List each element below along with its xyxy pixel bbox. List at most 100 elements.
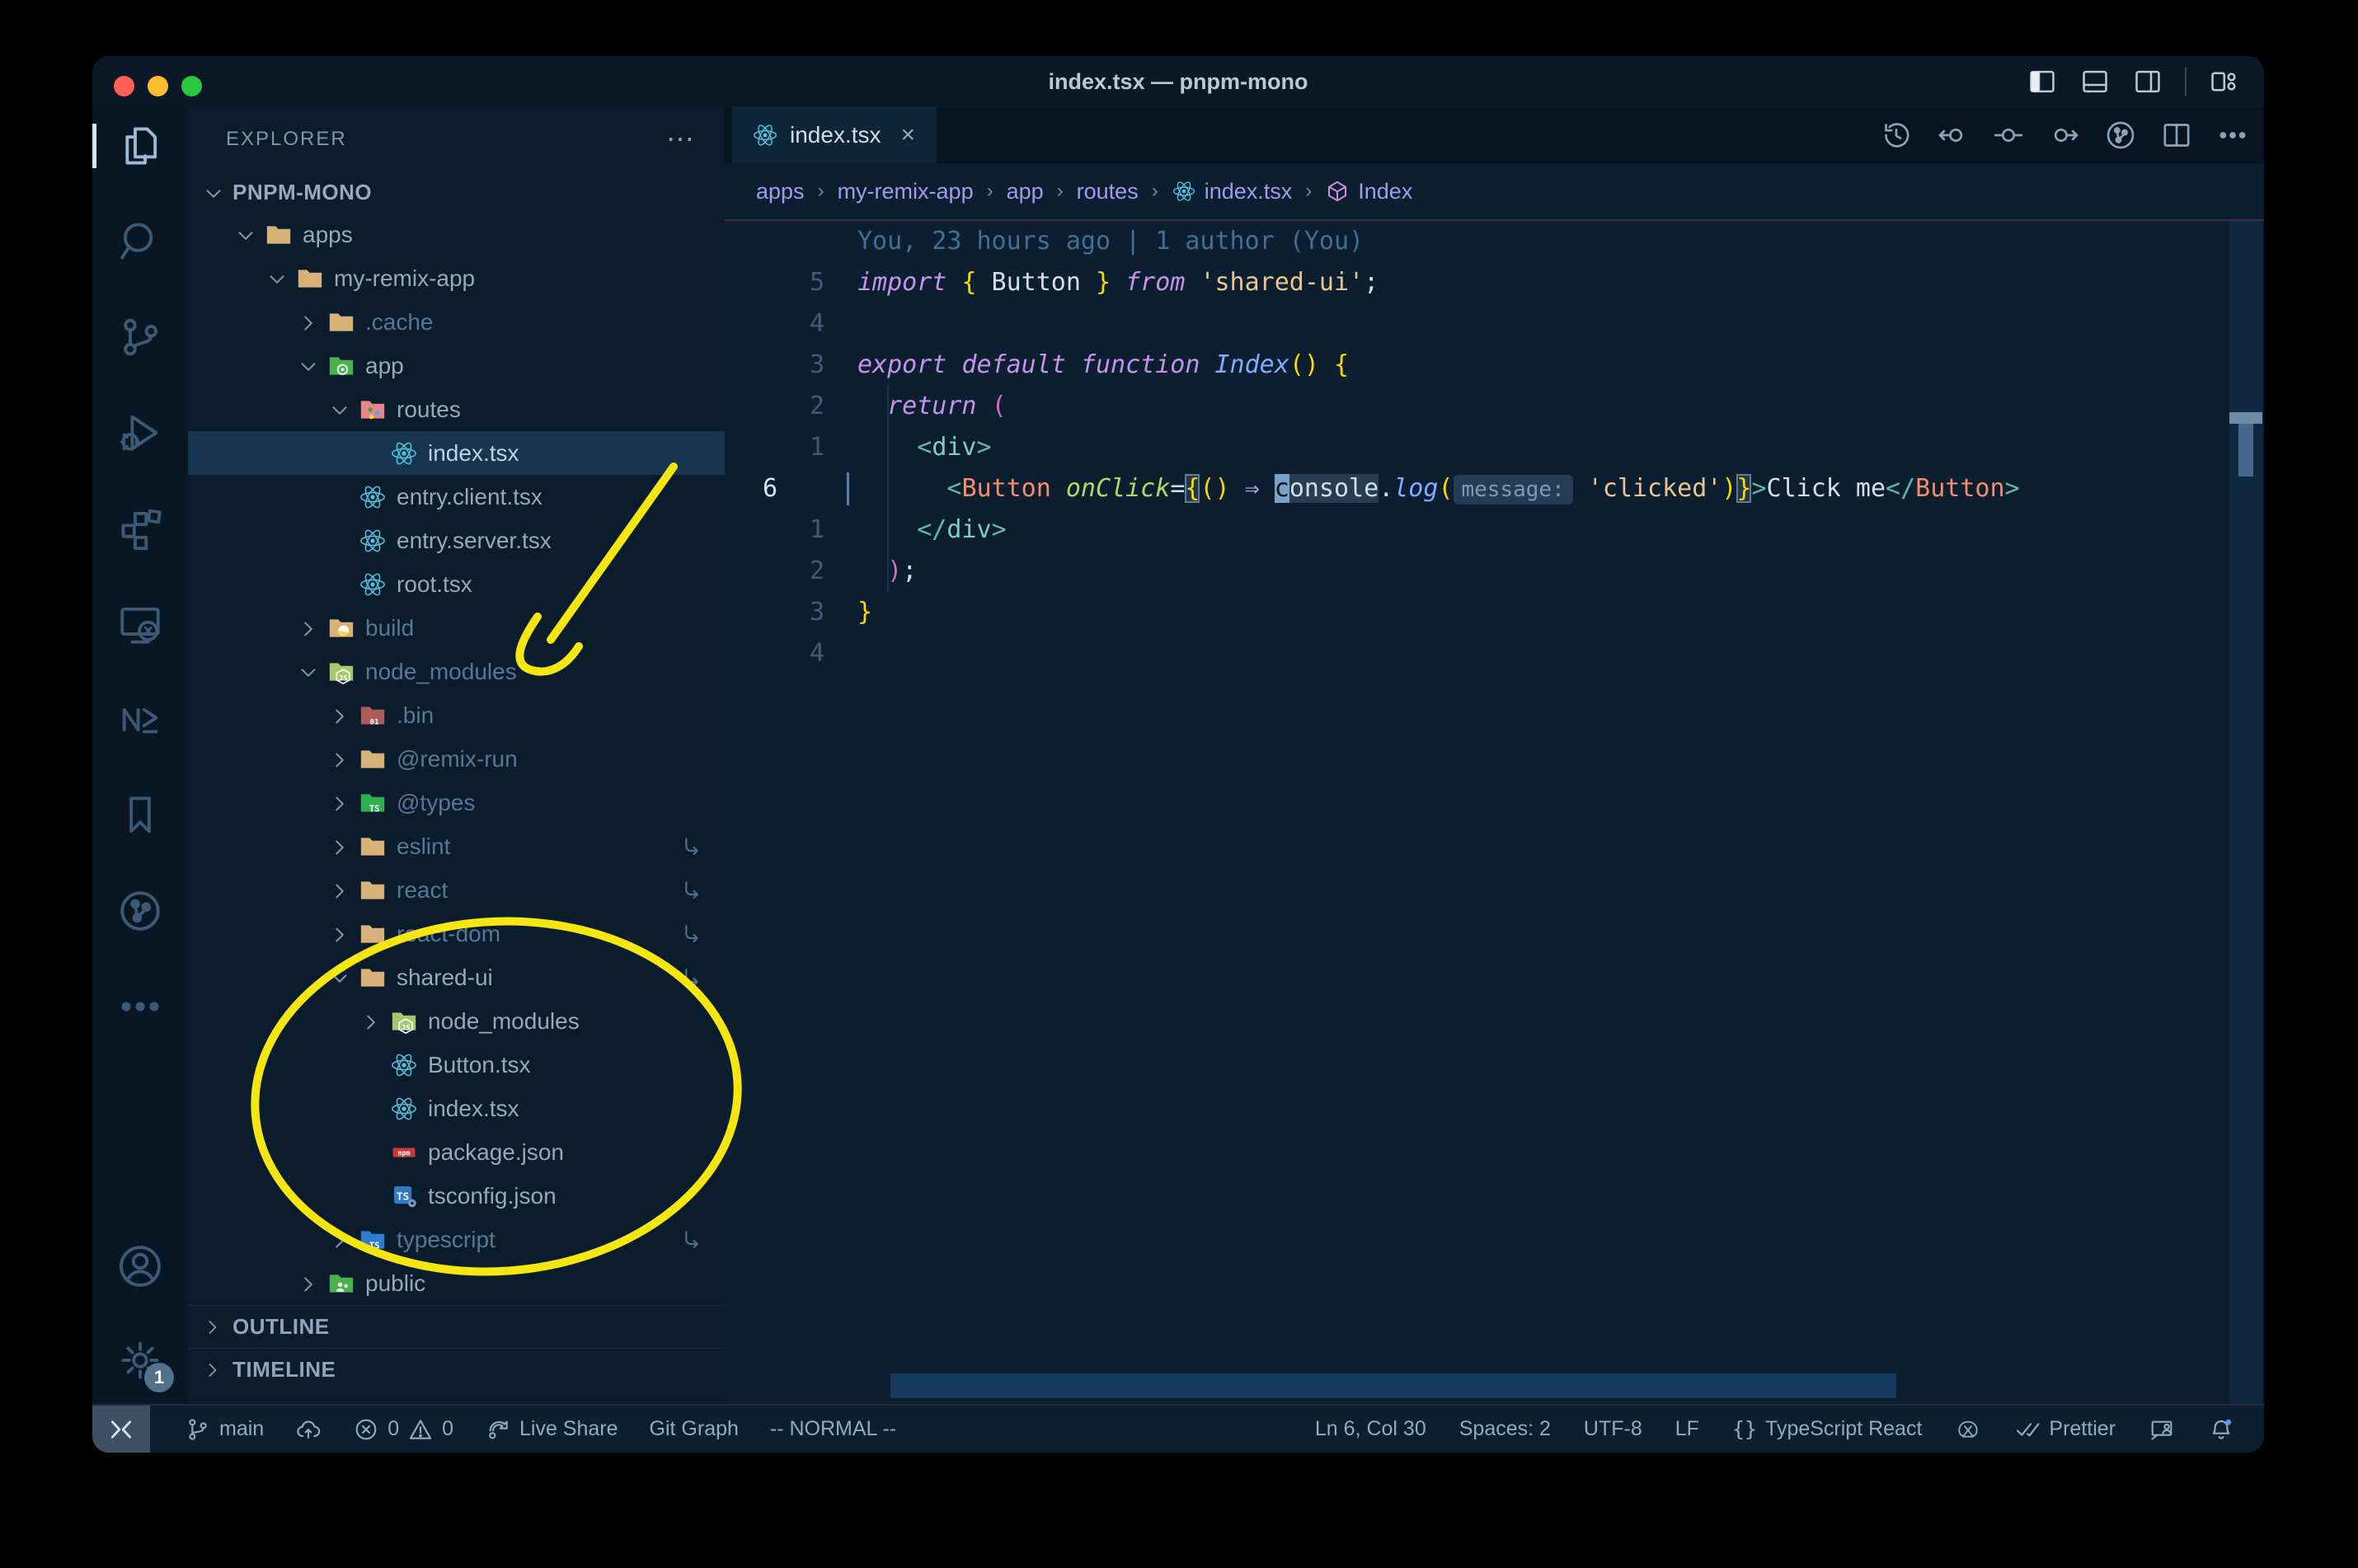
status-indentation[interactable]: Spaces: 2: [1459, 1417, 1551, 1441]
tree-item-package-json[interactable]: npm package.json: [188, 1130, 725, 1174]
code-line[interactable]: 5 import { Button } from 'shared-ui';: [725, 262, 2264, 303]
folder-dist-icon: [327, 613, 364, 643]
nav-circle-icon[interactable]: [1992, 119, 2025, 152]
status-liveshare-session[interactable]: [2149, 1416, 2175, 1443]
code-editor[interactable]: You, 23 hours ago | 1 author (You) 5 imp…: [725, 221, 2264, 1404]
status-formatter[interactable]: Prettier: [2014, 1416, 2116, 1443]
activity-more-views[interactable]: [116, 983, 164, 1030]
tree-item--cache[interactable]: .cache: [188, 300, 725, 344]
tree-item-eslint[interactable]: eslint: [188, 824, 725, 868]
section-outline[interactable]: OUTLINE: [188, 1305, 725, 1348]
tree-item-typescript[interactable]: TS typescript: [188, 1218, 725, 1261]
status-branch[interactable]: main: [185, 1416, 264, 1443]
tree-item-shared-ui[interactable]: shared-ui: [188, 955, 725, 999]
status-eol[interactable]: LF: [1675, 1417, 1699, 1441]
activity-remote-explorer[interactable]: [116, 600, 164, 648]
tree-item-index-tsx[interactable]: index.tsx: [188, 431, 725, 475]
activity-git-graph[interactable]: [116, 887, 164, 935]
activity-extensions[interactable]: [116, 505, 164, 552]
tree-item--remix-run[interactable]: @remix-run: [188, 737, 725, 781]
tree-item-node-modules[interactable]: JS node_modules: [188, 650, 725, 693]
section-timeline[interactable]: TIMELINE: [188, 1348, 725, 1391]
code-line[interactable]: 1 </div>: [725, 509, 2264, 551]
nav-back-icon[interactable]: [1936, 119, 1969, 152]
tree-item-root-tsx[interactable]: root.tsx: [188, 562, 725, 606]
status-encoding[interactable]: UTF-8: [1584, 1417, 1642, 1441]
tree-item-apps[interactable]: apps: [188, 213, 725, 256]
activity-bookmarks[interactable]: [116, 791, 164, 839]
nav-forward-icon[interactable]: [2048, 119, 2081, 152]
tree-item-tsconfig-json[interactable]: TS tsconfig.json: [188, 1174, 725, 1218]
code-line[interactable]: 4: [725, 633, 2264, 674]
vertical-scrollbar-thumb-stem[interactable]: [2238, 424, 2253, 477]
tree-item-my-remix-app[interactable]: my-remix-app: [188, 256, 725, 300]
code-line[interactable]: 2 );: [725, 551, 2264, 592]
status-git-graph[interactable]: Git Graph: [650, 1417, 739, 1441]
status-bar: main 0 0 Live Share Git Graph -- NORMAL -- Ln…: [92, 1404, 2264, 1453]
vertical-scrollbar[interactable]: [2229, 221, 2262, 1404]
horizontal-scrollbar-thumb[interactable]: [890, 1373, 1896, 1398]
layout-sidebar-left-icon[interactable]: [2027, 66, 2058, 97]
explorer-more-actions-button[interactable]: ⋯: [666, 123, 697, 156]
title-bar[interactable]: index.tsx — pnpm-mono: [92, 56, 2264, 107]
tab-index-tsx[interactable]: index.tsx ×: [732, 107, 937, 163]
vertical-scrollbar-thumb[interactable]: [2229, 412, 2262, 424]
activity-explorer[interactable]: [92, 122, 164, 170]
code-line[interactable]: 3 }: [725, 592, 2264, 633]
code-line[interactable]: 3 export default function Index() {: [725, 345, 2264, 386]
status-notifications[interactable]: [2208, 1416, 2234, 1443]
tree-item-index-tsx[interactable]: index.tsx: [188, 1087, 725, 1130]
status-language-mode[interactable]: {} TypeScript React: [1732, 1417, 1922, 1441]
line-number: 3: [809, 598, 824, 627]
workspace-section-header[interactable]: PNPM-MONO: [188, 171, 725, 213]
tree-item--types[interactable]: TS @types: [188, 781, 725, 824]
tree-item-entry-server-tsx[interactable]: entry.server.tsx: [188, 519, 725, 562]
split-icon[interactable]: [2160, 119, 2193, 152]
status-vim-mode[interactable]: -- NORMAL --: [770, 1417, 896, 1441]
breadcrumb-item[interactable]: apps: [756, 179, 805, 204]
breadcrumb-item[interactable]: app: [1007, 179, 1044, 204]
symlink-icon: [679, 876, 705, 903]
status-live-share[interactable]: Live Share: [485, 1416, 618, 1443]
layout-sidebar-right-icon[interactable]: [2132, 66, 2163, 97]
layout-panel-icon[interactable]: [2079, 66, 2111, 97]
tree-item--bin[interactable]: 01 .bin: [188, 693, 725, 737]
git-circle-icon[interactable]: [2104, 119, 2137, 152]
status-copilot[interactable]: [1955, 1416, 1981, 1443]
activity-settings[interactable]: 1: [116, 1336, 174, 1392]
remote-indicator[interactable]: [92, 1406, 150, 1453]
breadcrumb-separator: ›: [817, 180, 824, 202]
code-line[interactable]: 1 <div>: [725, 427, 2264, 468]
tree-item-entry-client-tsx[interactable]: entry.client.tsx: [188, 475, 725, 519]
ellipsis-icon[interactable]: [2216, 119, 2249, 152]
activity-source-control[interactable]: [116, 313, 164, 361]
line-number: 3: [809, 350, 824, 379]
tree-item-react-dom[interactable]: react-dom: [188, 912, 725, 955]
breadcrumb-item[interactable]: Index: [1325, 179, 1412, 204]
code-line[interactable]: 6 <Button onClick={() ⇒ console.log(mess…: [725, 468, 2264, 509]
breadcrumb-item[interactable]: index.tsx: [1172, 179, 1292, 204]
tree-item-app[interactable]: app: [188, 344, 725, 387]
tree-item-routes[interactable]: routes: [188, 387, 725, 431]
activity-nx-console[interactable]: [116, 696, 164, 744]
status-publish[interactable]: [295, 1416, 322, 1443]
history-icon[interactable]: [1880, 119, 1913, 152]
tree-item-react[interactable]: react: [188, 868, 725, 912]
code-line[interactable]: 4: [725, 303, 2264, 345]
activity-accounts[interactable]: [116, 1242, 164, 1290]
tree-item-build[interactable]: build: [188, 606, 725, 650]
code-line[interactable]: You, 23 hours ago | 1 author (You): [725, 221, 2264, 262]
activity-search[interactable]: [116, 218, 164, 265]
tree-item-node-modules[interactable]: JS node_modules: [188, 999, 725, 1043]
close-tab-icon[interactable]: ×: [901, 121, 916, 149]
tree-item-Button-tsx[interactable]: Button.tsx: [188, 1043, 725, 1087]
code-line[interactable]: 2 return (: [725, 386, 2264, 427]
tree-item-public[interactable]: public: [188, 1261, 725, 1305]
status-diagnostics[interactable]: 00: [353, 1416, 453, 1443]
breadcrumb-item[interactable]: routes: [1077, 179, 1139, 204]
breadcrumb-item[interactable]: my-remix-app: [838, 179, 974, 204]
activity-run-debug[interactable]: [116, 409, 164, 457]
status-cursor-position[interactable]: Ln 6, Col 30: [1315, 1417, 1426, 1441]
layout-customize-icon[interactable]: [2208, 66, 2239, 97]
react-icon: [359, 526, 395, 556]
